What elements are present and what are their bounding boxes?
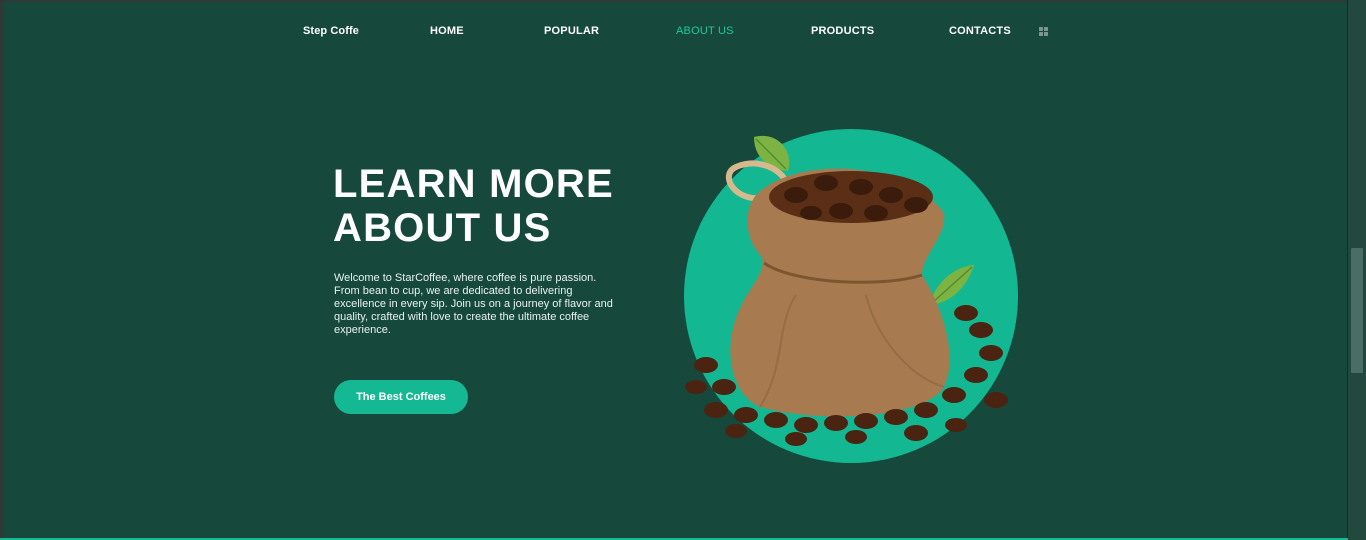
scrollbar-thumb[interactable] — [1351, 248, 1363, 373]
brand-logo[interactable]: Step Coffe — [303, 25, 359, 37]
hero-title-line-1: LEARN MORE — [333, 162, 614, 206]
nav-item-contacts[interactable]: CONTACTS — [949, 25, 1011, 37]
best-coffees-button[interactable]: The Best Coffees — [334, 380, 468, 414]
hero-title-line-2: ABOUT US — [333, 206, 552, 250]
grid-icon[interactable] — [1039, 27, 1048, 36]
hero-title: LEARN MORE ABOUT US — [333, 162, 663, 250]
nav-item-products[interactable]: PRODUCTS — [811, 25, 874, 37]
nav-item-home[interactable]: HOME — [430, 25, 464, 37]
nav-item-popular[interactable]: POPULAR — [544, 25, 599, 37]
page-scrollbar[interactable] — [1347, 0, 1366, 540]
main-nav: Step Coffe HOME POPULAR ABOUT US PRODUCT… — [0, 22, 1348, 42]
nav-item-about-us[interactable]: ABOUT US — [676, 25, 734, 37]
coffee-sack-image — [684, 129, 1018, 463]
hero-description: Welcome to StarCoffee, where coffee is p… — [334, 272, 613, 336]
